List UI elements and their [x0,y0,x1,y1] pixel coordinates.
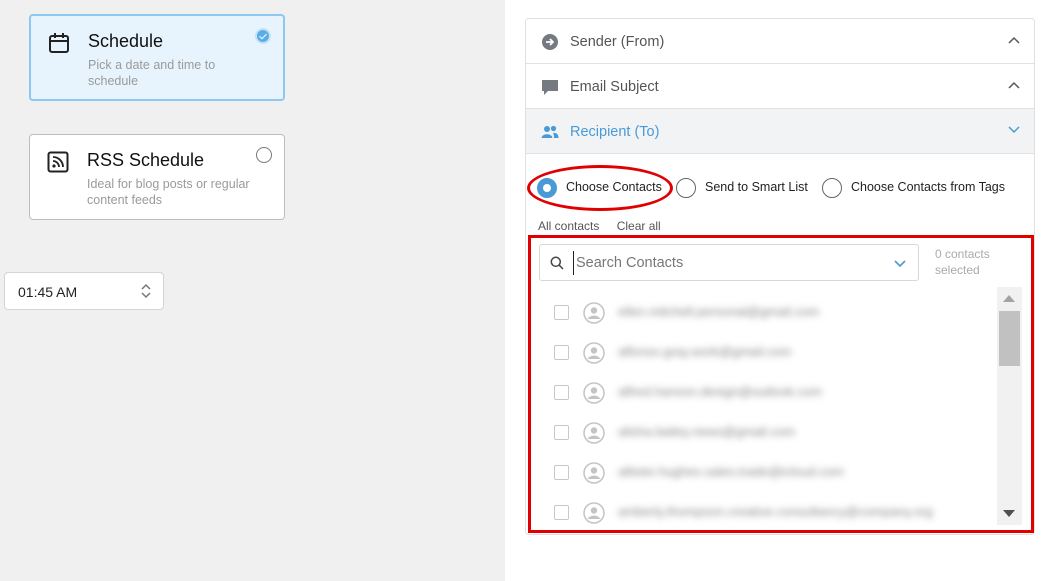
user-avatar-icon [583,462,605,484]
contact-row[interactable]: ellen.mitchell.personal@gmail.com [538,290,998,330]
accordion-subject[interactable]: Email Subject [526,64,1034,109]
contact-list: ellen.mitchell.personal@gmail.com alfonso… [538,287,1022,525]
schedule-card-description: Pick a date and time to schedule [88,58,216,88]
contact-row[interactable]: amberly.thompson.creative.consultancy@co… [538,490,998,525]
rss-icon [47,151,69,173]
contact-checkbox[interactable] [554,425,569,440]
contact-row[interactable]: alfonso.gray.work@gmail.com [538,330,998,370]
contact-email: allister.hughes.sales.trade@icloud.com [618,464,844,479]
option-choose-contacts-label: Choose Contacts [566,180,662,194]
time-picker-value: 01:45 AM [18,284,78,300]
contact-email: alisha.bailey.news@gmail.com [618,424,795,439]
scroll-thumb[interactable] [999,311,1020,366]
option-smart-list-label: Send to Smart List [705,180,808,194]
contact-email: amberly.thompson.creative.consultancy@co… [618,504,933,519]
clear-all-link[interactable]: Clear all [617,219,661,233]
contact-selection-links: All contacts Clear all [538,219,675,233]
user-avatar-icon [583,422,605,444]
rss-schedule-card-description: Ideal for blog posts or regular content … [87,177,250,207]
accordion-sender[interactable]: Sender (From) [526,19,1034,64]
accordion-recipient-label: Recipient (To) [570,124,660,140]
message-icon [542,80,558,95]
contact-list-scrollbar[interactable] [997,287,1022,525]
contact-checkbox[interactable] [554,385,569,400]
contact-email: alfred.hanson.design@outlook.com [618,384,822,399]
user-avatar-icon [583,502,605,524]
scroll-up-arrow-icon[interactable] [1003,295,1015,302]
scroll-down-arrow-icon[interactable] [1003,510,1015,517]
chevron-down-icon[interactable] [894,260,906,268]
contact-email: ellen.mitchell.personal@gmail.com [618,304,820,319]
user-avatar-icon [583,342,605,364]
all-contacts-link[interactable]: All contacts [538,219,599,233]
up-down-stepper-icon[interactable] [141,282,151,300]
accordion-sender-label: Sender (From) [570,34,665,50]
arrow-circle-icon [542,34,558,50]
contact-search[interactable] [539,244,919,281]
search-input[interactable] [573,251,883,275]
schedule-card-title: Schedule [88,31,164,51]
option-from-tags-radio[interactable] [822,178,842,198]
contact-checkbox[interactable] [554,465,569,480]
user-avatar-icon [583,382,605,404]
accordion-recipient[interactable]: Recipient (To) [526,109,1034,154]
search-icon [550,256,564,270]
chevron-up-icon [1008,36,1020,44]
rss-schedule-card-title: RSS Schedule [87,150,205,170]
users-icon [541,125,559,138]
contact-checkbox[interactable] [554,505,569,520]
contact-email: alfonso.gray.work@gmail.com [618,344,792,359]
chevron-up-icon [1008,81,1020,89]
accordion-subject-label: Email Subject [570,79,659,95]
time-picker[interactable]: 01:45 AM [4,272,164,310]
user-avatar-icon [583,302,605,324]
option-choose-contacts-radio[interactable] [537,178,557,198]
recipient-type-options: Choose Contacts Send to Smart List Choos… [537,177,1037,199]
contact-row[interactable]: alfred.hanson.design@outlook.com [538,370,998,410]
contact-checkbox[interactable] [554,345,569,360]
calendar-icon [49,33,69,53]
option-from-tags-label: Choose Contacts from Tags [851,180,1006,194]
rss-schedule-card[interactable]: RSS Schedule Ideal for blog posts or reg… [29,134,285,220]
selection-count: 0 contacts selected [935,247,990,277]
contact-row[interactable]: alisha.bailey.news@gmail.com [538,410,998,450]
option-smart-list-radio[interactable] [676,178,696,198]
schedule-card[interactable]: Schedule Pick a date and time to schedul… [29,14,285,101]
contact-row[interactable]: allister.hughes.sales.trade@icloud.com [538,450,998,490]
rss-schedule-card-radio[interactable] [256,147,272,163]
contact-checkbox[interactable] [554,305,569,320]
schedule-card-radio[interactable] [255,28,271,44]
chevron-down-icon [1008,126,1020,134]
